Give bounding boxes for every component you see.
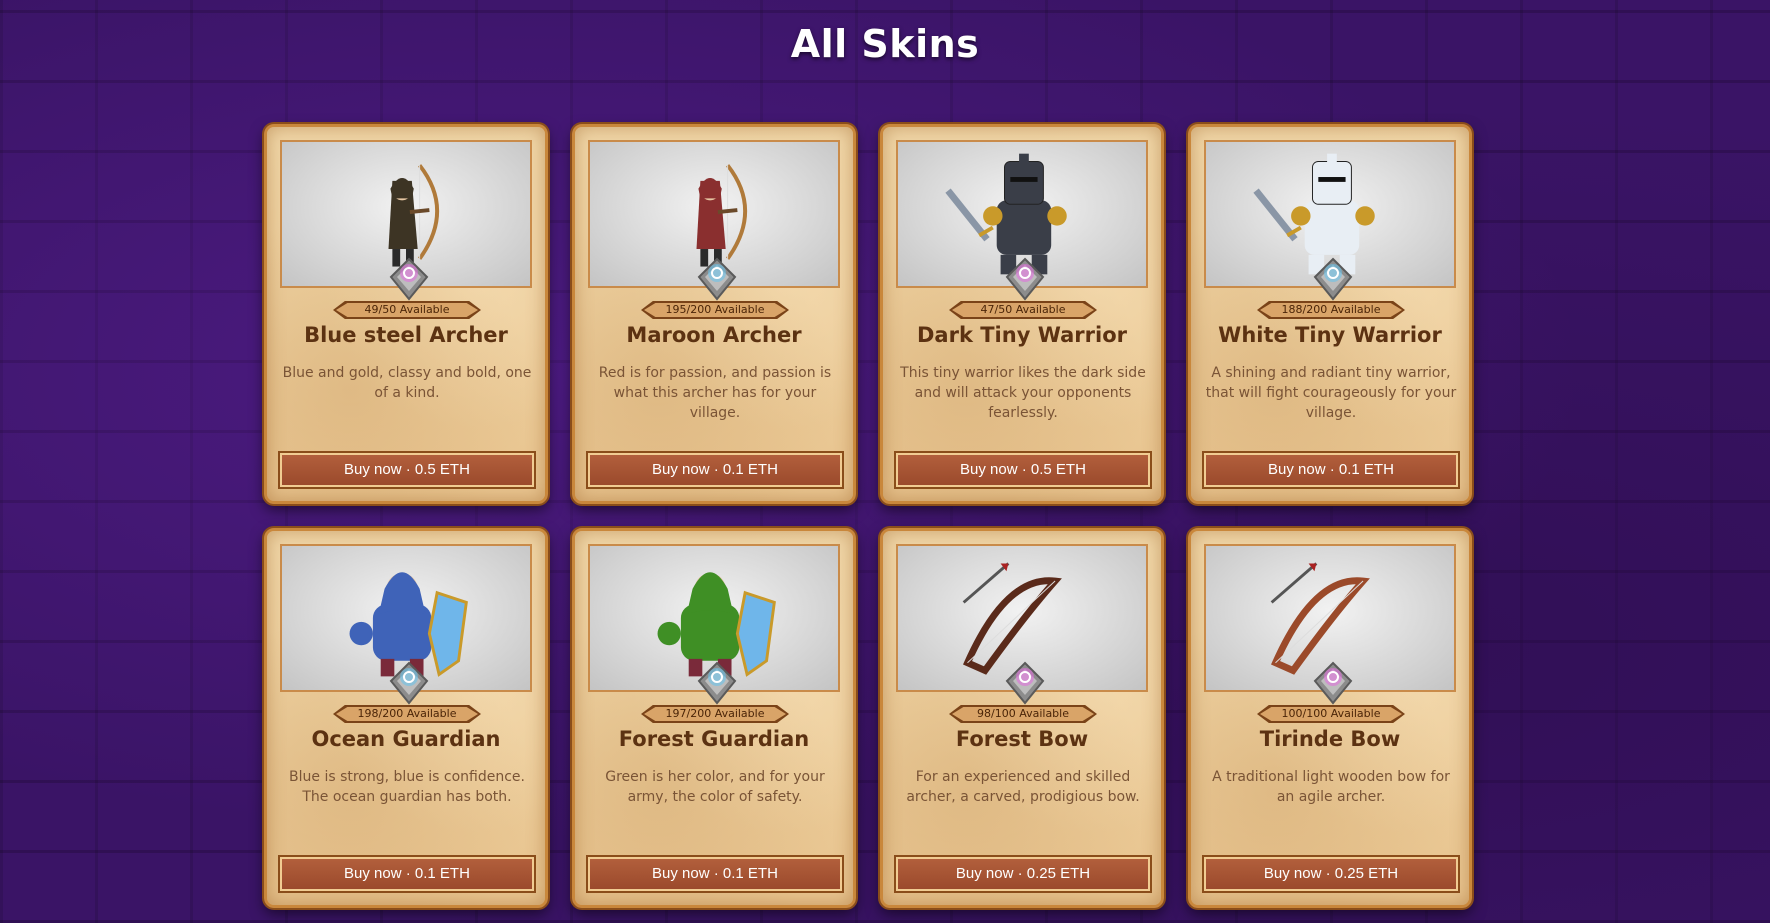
skin-name: Dark Tiny Warrior xyxy=(917,323,1127,347)
skin-card-8[interactable]: 100/100 Available Tirinde Bow A traditio… xyxy=(1188,528,1472,908)
availability-label: 195/200 Available xyxy=(644,303,786,317)
rarity-gem-icon xyxy=(697,257,737,301)
skin-card-1[interactable]: 49/50 Available Blue steel Archer Blue a… xyxy=(264,124,548,504)
rarity-gem-icon xyxy=(1005,257,1045,301)
skins-grid: 49/50 Available Blue steel Archer Blue a… xyxy=(264,124,1472,908)
availability-label: 49/50 Available xyxy=(336,303,478,317)
skin-name: Forest Guardian xyxy=(618,727,810,751)
buy-button[interactable]: Buy now · 0.5 ETH xyxy=(278,451,536,489)
availability-badge: 197/200 Available xyxy=(641,705,789,723)
availability-label: 47/50 Available xyxy=(952,303,1094,317)
availability-badge: 198/200 Available xyxy=(333,705,481,723)
buy-button[interactable]: Buy now · 0.1 ETH xyxy=(1202,451,1460,489)
skin-name: Blue steel Archer xyxy=(304,323,508,347)
buy-button[interactable]: Buy now · 0.5 ETH xyxy=(894,451,1152,489)
rarity-gem-icon xyxy=(1005,661,1045,705)
buy-button[interactable]: Buy now · 0.1 ETH xyxy=(586,855,844,893)
availability-badge: 188/200 Available xyxy=(1257,301,1405,319)
rarity-gem-icon xyxy=(697,661,737,705)
availability-label: 197/200 Available xyxy=(644,707,786,721)
skin-card-7[interactable]: 98/100 Available Forest Bow For an exper… xyxy=(880,528,1164,908)
buy-button[interactable]: Buy now · 0.1 ETH xyxy=(278,855,536,893)
skin-description: This tiny warrior likes the dark side an… xyxy=(900,365,1146,421)
skin-description: A traditional light wooden bow for an ag… xyxy=(1212,769,1450,805)
buy-button[interactable]: Buy now · 0.25 ETH xyxy=(894,855,1152,893)
skin-description: Red is for passion, and passion is what … xyxy=(598,365,832,421)
availability-badge: 100/100 Available xyxy=(1257,705,1405,723)
availability-label: 198/200 Available xyxy=(336,707,478,721)
skin-card-4[interactable]: 188/200 Available White Tiny Warrior A s… xyxy=(1188,124,1472,504)
page-title: All Skins xyxy=(790,22,980,66)
skin-name: Forest Bow xyxy=(955,727,1089,751)
skin-card-6[interactable]: 197/200 Available Forest Guardian Green … xyxy=(572,528,856,908)
skin-description: A shining and radiant tiny warrior, that… xyxy=(1205,365,1457,421)
skin-description: Green is her color, and for your army, t… xyxy=(605,769,825,805)
skin-description: For an experienced and skilled archer, a… xyxy=(906,769,1140,805)
availability-badge: 47/50 Available xyxy=(949,301,1097,319)
skin-description: Blue is strong, blue is confidence. The … xyxy=(289,769,525,805)
skin-name: Maroon Archer xyxy=(626,323,802,347)
rarity-gem-icon xyxy=(389,661,429,705)
skin-name: White Tiny Warrior xyxy=(1218,323,1442,347)
skin-card-5[interactable]: 198/200 Available Ocean Guardian Blue is… xyxy=(264,528,548,908)
skin-name: Tirinde Bow xyxy=(1259,727,1401,751)
skin-card-2[interactable]: 195/200 Available Maroon Archer Red is f… xyxy=(572,124,856,504)
availability-label: 188/200 Available xyxy=(1260,303,1402,317)
skin-card-3[interactable]: 47/50 Available Dark Tiny Warrior This t… xyxy=(880,124,1164,504)
buy-button[interactable]: Buy now · 0.25 ETH xyxy=(1202,855,1460,893)
availability-label: 98/100 Available xyxy=(952,707,1094,721)
skin-description: Blue and gold, classy and bold, one of a… xyxy=(282,365,532,401)
availability-label: 100/100 Available xyxy=(1260,707,1402,721)
availability-badge: 49/50 Available xyxy=(333,301,481,319)
rarity-gem-icon xyxy=(1313,257,1353,301)
rarity-gem-icon xyxy=(389,257,429,301)
availability-badge: 195/200 Available xyxy=(641,301,789,319)
rarity-gem-icon xyxy=(1313,661,1353,705)
buy-button[interactable]: Buy now · 0.1 ETH xyxy=(586,451,844,489)
skin-name: Ocean Guardian xyxy=(311,727,501,751)
availability-badge: 98/100 Available xyxy=(949,705,1097,723)
